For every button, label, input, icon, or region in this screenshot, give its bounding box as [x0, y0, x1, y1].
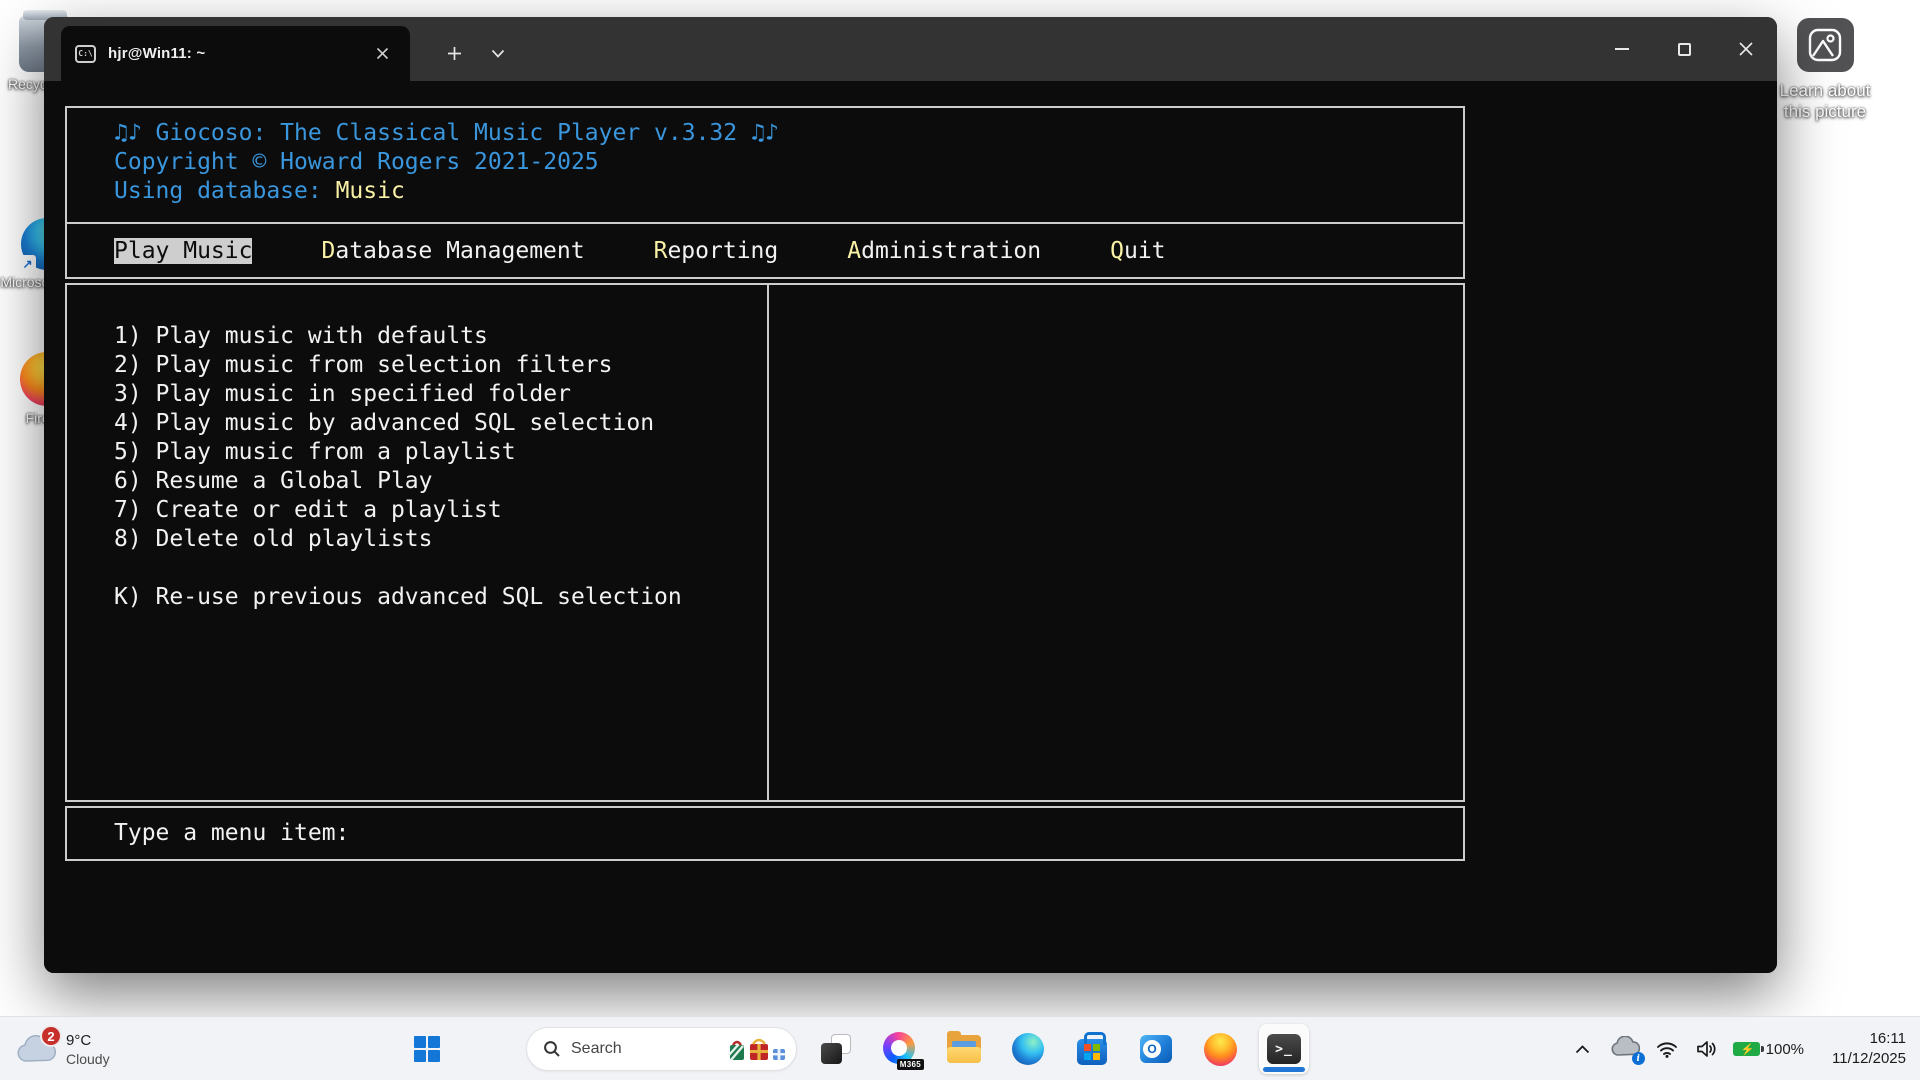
weather-text: 9°C Cloudy: [66, 1031, 110, 1068]
wifi-icon: [1656, 1041, 1678, 1058]
giocoso-title: ♫♪ Giocoso: The Classical Music Player v…: [114, 119, 1463, 148]
menubar-item-quit[interactable]: Quit: [1110, 238, 1165, 264]
minimize-button[interactable]: [1591, 17, 1653, 81]
menu-option-8: 8) Delete old playlists: [114, 525, 765, 554]
weather-temperature: 9°C: [66, 1031, 110, 1050]
notification-badge: 2: [40, 1025, 62, 1047]
volume-tray-button[interactable]: [1687, 1040, 1727, 1058]
firefox-icon: [1204, 1033, 1237, 1066]
menu-option-3: 3) Play music in specified folder: [114, 380, 765, 409]
menubar-item-play-music[interactable]: Play Music: [114, 238, 252, 264]
weather-widget[interactable]: 2 9°C Cloudy: [14, 1017, 110, 1081]
menu-option-5: 5) Play music from a playlist: [114, 438, 765, 467]
giocoso-database-line: Using database: Music: [114, 177, 1463, 206]
database-label: Using database:: [114, 178, 336, 204]
maximize-icon: [1678, 43, 1691, 56]
copilot-m365-button[interactable]: M365: [875, 1024, 925, 1074]
onedrive-tray-button[interactable]: i: [1603, 1036, 1647, 1062]
tab-dropdown-button[interactable]: [480, 35, 516, 71]
cloud-weather-icon: 2: [14, 1031, 58, 1067]
giocoso-copyright: Copyright © Howard Rogers 2021-2025: [114, 148, 1463, 177]
chevron-up-icon: [1575, 1045, 1590, 1054]
tray-overflow-button[interactable]: [1563, 1045, 1603, 1054]
search-icon: [543, 1040, 561, 1058]
weather-condition: Cloudy: [66, 1050, 110, 1068]
menubar-item-reporting[interactable]: Reporting: [654, 238, 779, 264]
command-prompt-icon: C:\: [75, 45, 96, 63]
minimize-icon: [1615, 48, 1629, 50]
search-box[interactable]: Search: [526, 1027, 797, 1071]
onedrive-cloud-icon: i: [1610, 1036, 1640, 1062]
edge-icon: [1012, 1033, 1044, 1065]
tab-title: hjr@Win11: ~: [108, 45, 368, 62]
wifi-tray-button[interactable]: [1647, 1041, 1687, 1058]
menubar-item-database-management[interactable]: Database Management: [321, 238, 584, 264]
battery-tray-button[interactable]: ⚡ 100%: [1727, 1041, 1810, 1058]
giocoso-content-box: 1) Play music with defaults 2) Play musi…: [65, 283, 1465, 802]
giocoso-header-box: ♫♪ Giocoso: The Classical Music Player v…: [65, 106, 1465, 224]
speaker-icon: [1696, 1040, 1718, 1058]
file-explorer-button[interactable]: [939, 1024, 989, 1074]
terminal-button-active[interactable]: >_: [1259, 1024, 1309, 1074]
firefox-button[interactable]: [1195, 1024, 1245, 1074]
picture-icon: [1797, 18, 1854, 72]
maximize-button[interactable]: [1653, 17, 1715, 81]
terminal-window: C:\ hjr@Win11: ~: [44, 17, 1777, 973]
shortcut-arrow-icon: ↗: [19, 255, 36, 272]
close-icon: [1738, 41, 1754, 57]
search-placeholder: Search: [571, 1040, 728, 1058]
menu-option-6: 6) Resume a Global Play: [114, 467, 765, 496]
active-app-indicator: [1263, 1067, 1305, 1072]
copilot-icon: M365: [883, 1032, 917, 1066]
info-badge-icon: i: [1632, 1052, 1645, 1065]
terminal-titlebar[interactable]: C:\ hjr@Win11: ~: [44, 17, 1777, 81]
battery-percent: 100%: [1766, 1041, 1804, 1058]
task-view-button[interactable]: [811, 1024, 861, 1074]
start-button[interactable]: [404, 1026, 450, 1072]
giocoso-menubar: Play Music Database Management Reporting…: [65, 224, 1465, 279]
clock-time: 16:11: [1832, 1029, 1906, 1049]
menu-option-4: 4) Play music by advanced SQL selection: [114, 409, 765, 438]
tab-close-icon[interactable]: [368, 40, 396, 68]
learn-about-label: Learn about this picture: [1760, 80, 1890, 122]
new-tab-button[interactable]: [436, 35, 472, 71]
clock-widget[interactable]: 16:11 11/12/2025: [1832, 1029, 1906, 1069]
desktop-wallpaper: Recycle Bin ↗ Microsoft Edge Firefox Lea…: [0, 0, 1920, 1080]
menu-option-2: 2) Play music from selection filters: [114, 351, 765, 380]
edge-browser-button[interactable]: [1003, 1024, 1053, 1074]
outlook-button[interactable]: O: [1131, 1024, 1181, 1074]
menu-prompt: Type a menu item:: [114, 820, 349, 846]
outlook-icon: O: [1140, 1035, 1172, 1063]
battery-icon: ⚡: [1733, 1042, 1760, 1056]
taskbar: 2 9°C Cloudy Search: [0, 1016, 1920, 1080]
terminal-screen[interactable]: ♫♪ Giocoso: The Classical Music Player v…: [44, 81, 1777, 973]
terminal-tab[interactable]: C:\ hjr@Win11: ~: [61, 26, 410, 81]
giocoso-prompt-box[interactable]: Type a menu item:: [65, 806, 1465, 861]
holiday-gifts-icon: [728, 1037, 786, 1061]
content-divider: [767, 285, 769, 800]
clock-date: 11/12/2025: [1832, 1049, 1906, 1069]
menu-option-k: K) Re-use previous advanced SQL selectio…: [114, 583, 765, 612]
menu-option-1: 1) Play music with defaults: [114, 322, 765, 351]
learn-about-picture-widget[interactable]: Learn about this picture: [1760, 18, 1890, 122]
terminal-icon: >_: [1267, 1034, 1301, 1064]
windows-logo-icon: [414, 1036, 440, 1062]
close-button[interactable]: [1715, 17, 1777, 81]
menubar-item-administration[interactable]: Administration: [847, 238, 1041, 264]
microsoft-store-button[interactable]: [1067, 1024, 1117, 1074]
microsoft-store-icon: [1077, 1039, 1107, 1065]
m365-badge: M365: [897, 1059, 924, 1070]
task-view-icon: [821, 1034, 851, 1064]
menu-option-7: 7) Create or edit a playlist: [114, 496, 765, 525]
file-explorer-icon: [947, 1035, 981, 1063]
database-value: Music: [336, 178, 405, 204]
play-music-menu-list: 1) Play music with defaults 2) Play musi…: [67, 285, 765, 612]
